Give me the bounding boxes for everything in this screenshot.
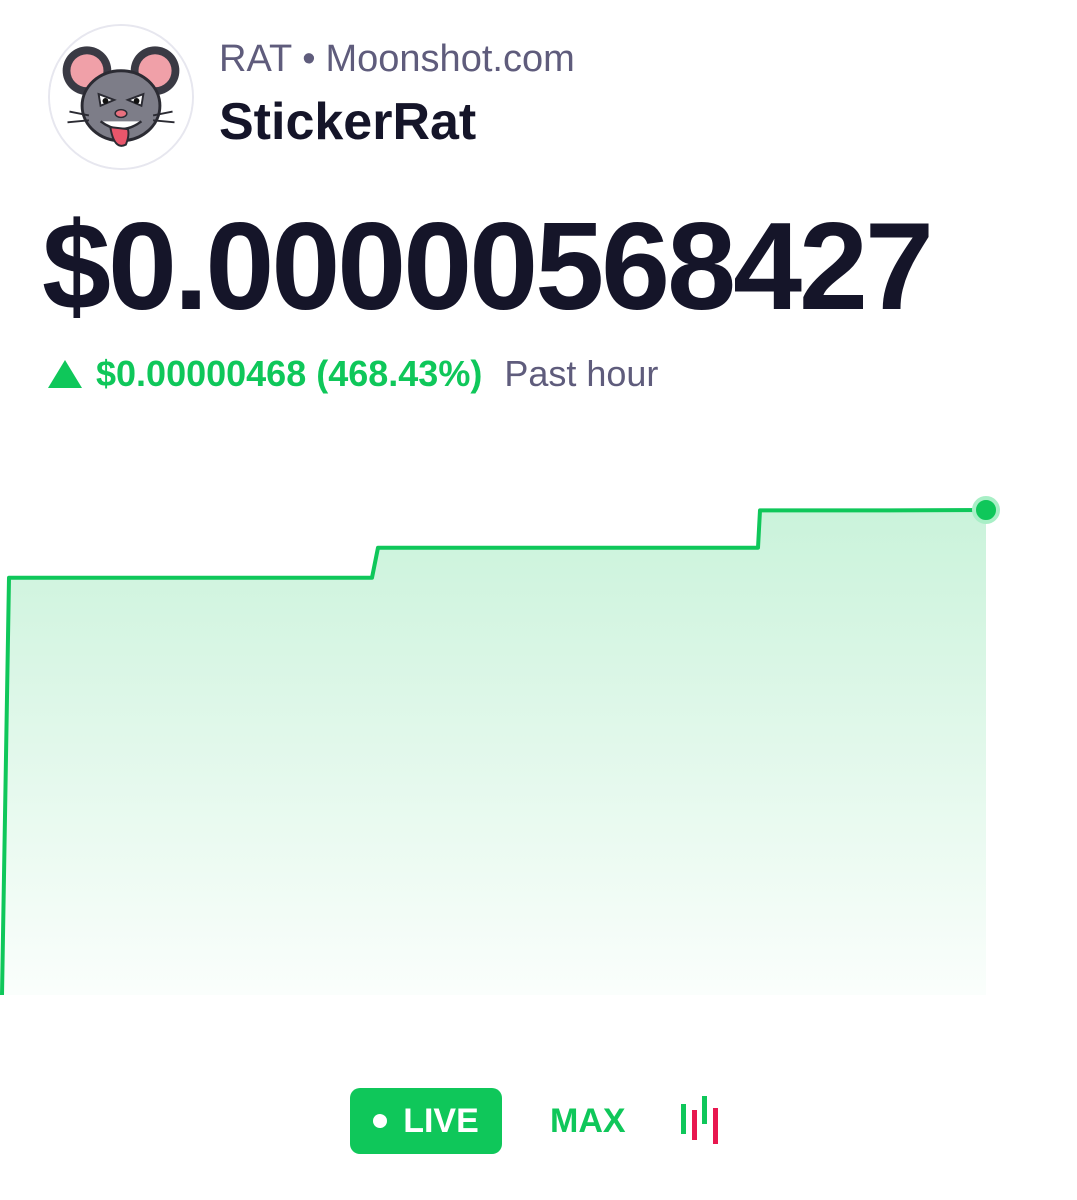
live-dot-icon [373, 1114, 388, 1128]
live-button[interactable]: LIVE [350, 1088, 502, 1154]
separator-dot: • [302, 38, 316, 80]
price-chart[interactable] [0, 440, 1077, 1040]
token-source-link[interactable]: Moonshot.com [326, 38, 575, 80]
price-change-row: $0.00000468 (468.43%) Past hour [48, 350, 658, 398]
current-price-point [972, 496, 1000, 524]
token-subtitle: RAT • Moonshot.com [219, 38, 575, 81]
current-price: $0.00000568427 [42, 198, 934, 336]
candlestick-icon [680, 1096, 718, 1144]
token-name: StickerRat [219, 93, 477, 151]
live-label: LIVE [403, 1101, 479, 1140]
chart-area-fill [2, 510, 986, 995]
up-arrow-icon [48, 360, 82, 388]
price-change: $0.00000468 (468.43%) [96, 353, 483, 394]
chart-controls: LIVE MAX [350, 1088, 720, 1154]
rat-avatar-icon [50, 26, 192, 168]
token-avatar [48, 24, 194, 170]
max-button[interactable]: MAX [550, 1088, 626, 1154]
candlestick-toggle-button[interactable] [680, 1096, 720, 1146]
token-ticker: RAT [219, 38, 293, 80]
change-period: Past hour [504, 353, 659, 394]
